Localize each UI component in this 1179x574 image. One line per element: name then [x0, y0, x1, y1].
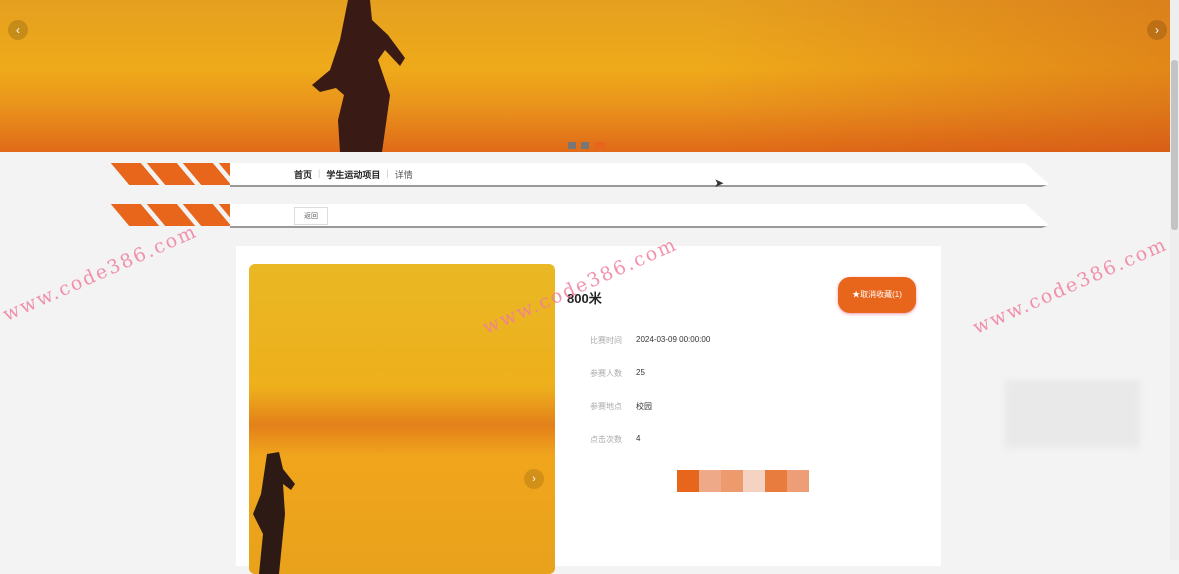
field-label: 参赛地点	[590, 402, 622, 411]
breadcrumb-sep: |	[318, 168, 321, 178]
carousel-dot[interactable]	[581, 142, 589, 149]
field-participants: 参赛人数 25	[590, 368, 645, 379]
banner-carousel: ‹ ›	[0, 0, 1170, 152]
breadcrumb-sep: |	[386, 168, 389, 178]
field-value: 25	[636, 368, 645, 377]
mouse-cursor-icon: ➤	[714, 176, 725, 190]
runner-silhouette	[253, 452, 295, 574]
carousel-dots	[568, 142, 606, 149]
carousel-dot-active[interactable]	[594, 142, 606, 149]
field-label: 比赛时间	[590, 336, 622, 345]
back-button[interactable]: 返回	[294, 207, 328, 225]
banner-prev-button[interactable]: ‹	[8, 20, 28, 40]
unfavorite-button[interactable]: ★取消收藏(1)	[838, 277, 916, 313]
field-match-time: 比赛时间 2024-03-09 00:00:00	[590, 335, 710, 346]
field-location: 参赛地点 校园	[590, 401, 652, 412]
field-value: 4	[636, 434, 641, 443]
watermark: www.code386.com	[969, 233, 1171, 339]
scrollbar-thumb[interactable]	[1171, 60, 1178, 230]
field-value: 校园	[636, 402, 652, 411]
field-clicks: 点击次数 4	[590, 434, 640, 445]
breadcrumb-bar: 首页 | 学生运动项目 | 详情	[110, 163, 1050, 187]
page-scrollbar[interactable]	[1170, 0, 1179, 560]
carousel-dot[interactable]	[568, 142, 576, 149]
blurred-buttons	[677, 470, 809, 492]
breadcrumb: 首页 | 学生运动项目 | 详情	[294, 168, 413, 181]
banner-next-button[interactable]: ›	[1147, 20, 1167, 40]
breadcrumb-home[interactable]: 首页	[294, 168, 312, 181]
field-label: 参赛人数	[590, 369, 622, 378]
blurred-panel	[1005, 380, 1140, 448]
breadcrumb-detail: 详情	[394, 170, 413, 180]
action-bar: 返回	[110, 204, 1050, 228]
breadcrumb-sports[interactable]: 学生运动项目	[326, 168, 380, 181]
image-next-button[interactable]: ›	[524, 469, 544, 489]
watermark: www.code386.com	[0, 220, 201, 326]
field-label: 点击次数	[590, 435, 622, 444]
runner-silhouette	[312, 0, 405, 152]
field-value: 2024-03-09 00:00:00	[636, 335, 711, 344]
